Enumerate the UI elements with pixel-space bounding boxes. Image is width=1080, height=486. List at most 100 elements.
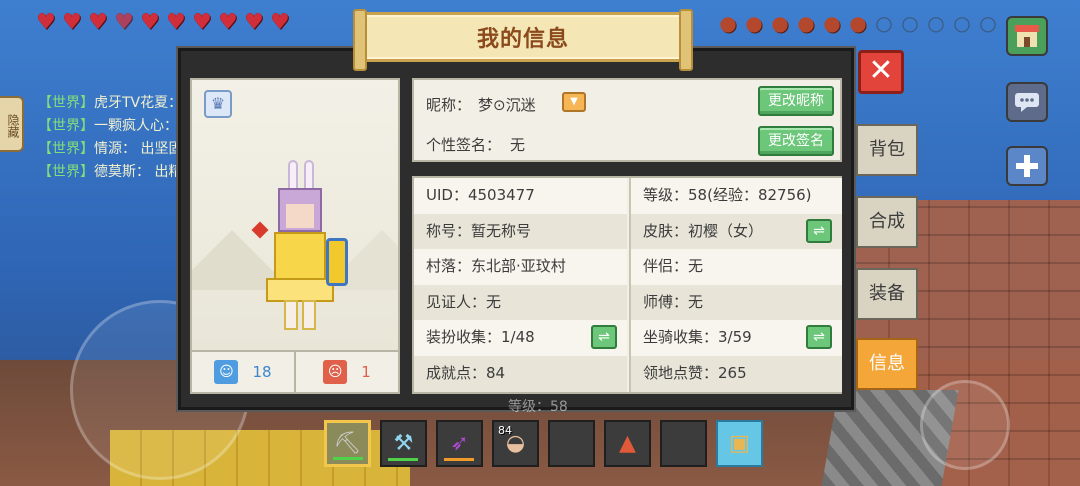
chat-line: 【世界】一颗疯人心： <box>38 115 182 138</box>
tab-bag[interactable]: 背包 <box>856 124 918 176</box>
chat-channel: 【世界】 <box>38 141 94 157</box>
heart-icon: ♥ <box>166 10 186 35</box>
player-character <box>251 160 348 330</box>
likes-bar: ☺ 18 ☹ 1 <box>192 350 398 392</box>
hide-chat-button[interactable]: 隐藏 <box>0 96 24 152</box>
mount-swap-button[interactable]: ⇌ <box>806 325 832 350</box>
durability-bar <box>333 457 363 460</box>
chat-message: 情源： 出坚固 <box>94 141 183 157</box>
chat-message: 一颗疯人心： <box>94 118 178 134</box>
hotbar-slot[interactable] <box>660 420 707 467</box>
tab-equip[interactable]: 装备 <box>856 268 918 320</box>
stat-skin: 皮肤：初樱（女） ⇌ <box>631 213 842 250</box>
hotbar-slot[interactable]: ➶ <box>436 420 483 467</box>
meat-icon: ● <box>849 11 867 35</box>
hotbar: ⛏ ⚒ ➶ 84 ◒ ▲ ▣ <box>324 420 763 467</box>
meat-empty-icon: ○ <box>979 11 997 35</box>
hotbar-slot[interactable] <box>548 420 595 467</box>
heart-icon: ♥ <box>62 10 82 35</box>
stat-level: 等级：58(经验：82756) <box>631 178 842 214</box>
close-button[interactable]: ✕ <box>858 50 904 94</box>
backpack-button[interactable]: ▣ <box>716 420 763 467</box>
like-count: 18 <box>252 363 272 381</box>
character-leg <box>302 300 316 330</box>
panel-title-banner: 我的信息 <box>353 9 693 71</box>
jump-button[interactable] <box>920 380 1010 470</box>
chat-log: 【世界】虎牙TV花夏： 【世界】一颗疯人心： 【世界】情源： 出坚固 【世界】德… <box>38 92 182 184</box>
heart-icon: ♥ <box>192 10 212 35</box>
hotbar-slot[interactable]: 84 ◒ <box>492 420 539 467</box>
durability-bar <box>444 458 474 461</box>
character-preview[interactable]: ♛ <box>192 80 398 350</box>
hotbar-slot[interactable]: ▲ <box>604 420 651 467</box>
meat-icon: ● <box>797 11 815 35</box>
axe-icon: ⚒ <box>393 431 414 456</box>
swap-icon: ⇌ <box>598 329 610 346</box>
add-button[interactable] <box>1006 146 1048 186</box>
character-face <box>286 204 314 228</box>
meat-empty-icon: ○ <box>953 11 971 35</box>
shop-button[interactable] <box>1006 16 1048 56</box>
chat-button[interactable] <box>1006 82 1048 122</box>
hotbar-slot[interactable]: ⚒ <box>380 420 427 467</box>
character-shield <box>326 238 348 286</box>
stat-territory-likes: 领地点赞：265 <box>631 355 842 392</box>
heart-half-icon: ♥ <box>114 10 134 35</box>
meat-icon: ● <box>771 11 789 35</box>
meat-empty-icon: ○ <box>901 11 919 35</box>
stat-witness: 见证人：无 <box>414 284 627 321</box>
chat-channel: 【世界】 <box>38 95 94 111</box>
rename-button[interactable]: 更改昵称 <box>758 86 834 116</box>
chat-line: 【世界】德莫斯： 出精 <box>38 161 182 184</box>
scroll-end <box>679 9 693 71</box>
stats-column-right: 等级：58(经验：82756) 皮肤：初樱（女） ⇌ 伴侣：无 师傅：无 坐骑收集… <box>629 178 842 392</box>
swap-icon: ⇌ <box>813 222 825 239</box>
meat-empty-icon: ○ <box>875 11 893 35</box>
swap-icon: ⇌ <box>813 329 825 346</box>
heart-icon: ♥ <box>36 10 56 35</box>
chevron-down-icon: ▼ <box>570 96 578 107</box>
chat-message: 德莫斯： 出精 <box>94 164 183 180</box>
heart-icon: ♥ <box>88 10 108 35</box>
chat-line: 【世界】情源： 出坚固 <box>38 138 182 161</box>
tab-craft[interactable]: 合成 <box>856 196 918 248</box>
profile-badge-icon[interactable]: ♛ <box>204 90 232 118</box>
profile-name-box: 昵称： 梦⊙沉迷 ▼ 更改昵称 个性签名： 无 更改签名 <box>412 78 842 162</box>
outfit-swap-button[interactable]: ⇌ <box>591 325 617 350</box>
like-button[interactable]: ☺ 18 <box>192 352 294 392</box>
stat-outfit-text: 装扮收集：1/48 <box>426 328 535 347</box>
meat-icon: ● <box>719 11 737 35</box>
character-leg <box>284 300 298 330</box>
durability-bar <box>388 458 418 461</box>
dislike-button[interactable]: ☹ 1 <box>294 352 398 392</box>
stat-mount-text: 坐骑收集：3/59 <box>643 328 752 347</box>
item-quantity: 84 <box>498 424 512 437</box>
stat-skin-text: 皮肤：初樱（女） <box>643 221 764 240</box>
skin-swap-button[interactable]: ⇌ <box>806 218 832 243</box>
heart-icon: ♥ <box>218 10 238 35</box>
backpack-icon: ▣ <box>729 431 750 456</box>
stats-column-left: UID：4503477 称号：暂无称号 村落：东北部·亚玟村 见证人：无 装扮收… <box>414 178 627 392</box>
hotbar-slot[interactable]: ⛏ <box>324 420 371 467</box>
chat-channel: 【世界】 <box>38 164 94 180</box>
cake-icon: ▲ <box>619 431 636 456</box>
nickname-dropdown-button[interactable]: ▼ <box>562 92 586 112</box>
avatar-card: ♛ ☺ 18 ☹ 1 <box>190 78 400 394</box>
chat-message: 虎牙TV花夏： <box>94 95 183 111</box>
meat-icon: ● <box>745 11 763 35</box>
tab-info[interactable]: 信息 <box>856 338 918 390</box>
stat-partner: 伴侣：无 <box>631 249 842 285</box>
hunger-bar: ● ● ● ● ● ● ○ ○ ○ ○ ○ ○ <box>716 12 1026 34</box>
dislike-count: 1 <box>361 363 371 381</box>
change-signature-button[interactable]: 更改签名 <box>758 126 834 156</box>
stats-table: UID：4503477 称号：暂无称号 村落：东北部·亚玟村 见证人：无 装扮收… <box>412 176 842 394</box>
stat-uid: UID：4503477 <box>414 178 627 214</box>
health-bar: ♥ ♥ ♥ ♥ ♥ ♥ ♥ ♥ ♥ ♥ <box>34 12 292 34</box>
scroll-end <box>353 9 367 71</box>
stat-achievement: 成就点：84 <box>414 355 627 392</box>
stat-village: 村落：东北部·亚玟村 <box>414 249 627 285</box>
heart-icon: ♥ <box>244 10 264 35</box>
character-wand <box>251 221 269 239</box>
plus-icon <box>1016 155 1038 177</box>
stat-mentor: 师傅：无 <box>631 284 842 321</box>
